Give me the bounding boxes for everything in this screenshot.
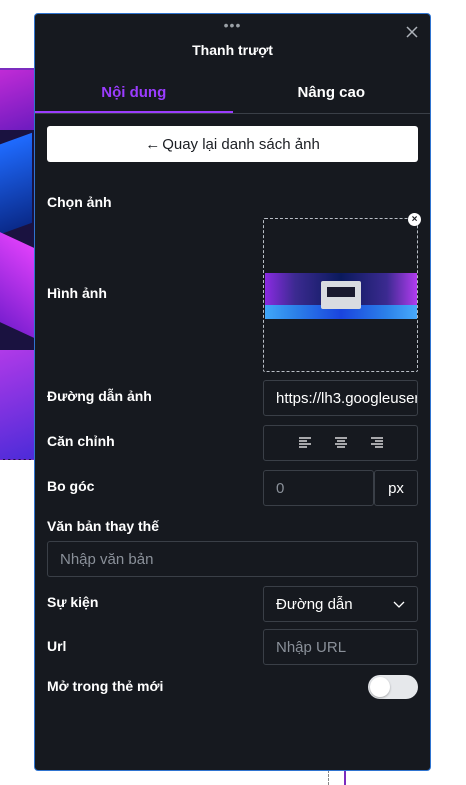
back-to-image-list-button[interactable]: ← Quay lại danh sách ảnh [47,126,418,162]
align-center-icon[interactable] [333,436,349,450]
image-thumbnail [265,273,417,319]
choose-image-label: Chọn ảnh [47,194,112,210]
border-radius-label: Bo góc [47,478,95,494]
image-label: Hình ảnh [47,285,107,301]
canvas-guide-line [328,770,329,785]
slider-settings-panel: ••• Thanh trượt Nội dung Nâng cao ← Quay… [34,13,431,771]
alignment-group [263,425,418,461]
image-upload-box[interactable] [263,218,418,372]
toggle-knob [370,677,390,697]
decor-shape [0,132,32,238]
back-button-label: Quay lại danh sách ảnh [162,135,320,153]
decor-shape [0,232,34,338]
tab-advanced[interactable]: Nâng cao [233,76,431,113]
unit-selector[interactable]: px [374,470,418,506]
alt-text-label: Văn bản thay thế [47,518,160,534]
align-right-icon[interactable] [369,436,385,450]
image-path-input[interactable]: https://lh3.googleusercontent.com [263,380,418,416]
alt-text-input[interactable]: Nhập văn bản [47,541,418,577]
event-select[interactable]: Đường dẫn [263,586,418,622]
arrow-left-icon: ← [145,135,161,153]
url-input[interactable]: Nhập URL [263,629,418,665]
open-new-tab-label: Mở trong thẻ mới [47,678,164,694]
event-label: Sự kiện [47,594,99,610]
event-selected-value: Đường dẫn [276,595,353,613]
drag-handle[interactable]: ••• [35,18,430,32]
decor-shape [0,70,34,130]
image-path-label: Đường dẫn ảnh [47,388,152,404]
canvas-slider-preview [0,68,34,460]
tab-bar: Nội dung Nâng cao [35,76,430,114]
tab-content[interactable]: Nội dung [35,76,233,113]
url-label: Url [47,638,67,654]
remove-image-icon[interactable]: × [408,213,421,226]
decor-shape [0,350,34,459]
canvas-selection-edge [344,770,346,785]
chevron-down-icon [393,596,405,613]
align-left-icon[interactable] [297,436,313,450]
close-icon[interactable] [404,24,420,40]
alignment-label: Căn chỉnh [47,433,115,449]
open-new-tab-toggle[interactable] [368,675,418,699]
border-radius-input[interactable]: 0 [263,470,374,506]
panel-title: Thanh trượt [192,42,273,58]
